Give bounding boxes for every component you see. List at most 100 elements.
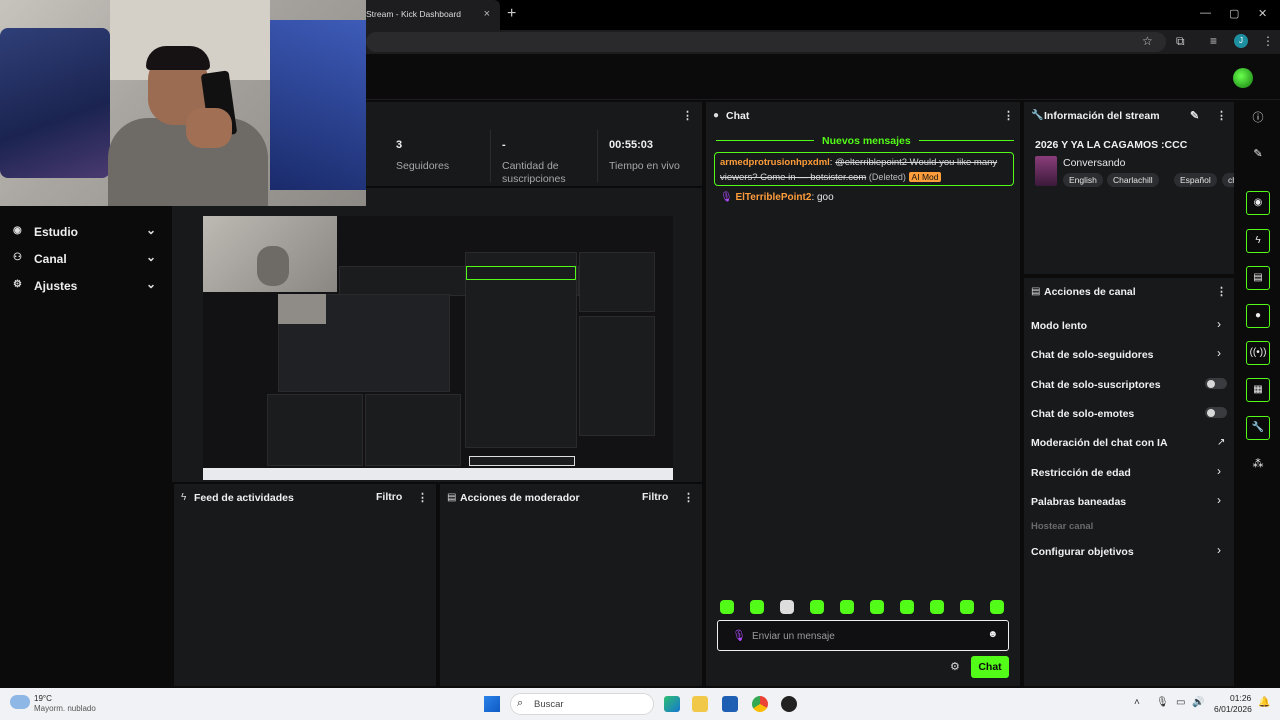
chat-username[interactable]: armedprotrusionhpxdml bbox=[720, 157, 830, 168]
slow-mode-item[interactable]: Modo lento bbox=[1031, 320, 1087, 332]
clock-date[interactable]: 6/01/2026 bbox=[1214, 704, 1252, 714]
mod-actions-filter-button[interactable]: Filtro bbox=[642, 491, 668, 503]
chat-settings-icon[interactable]: ⚙ bbox=[950, 660, 960, 673]
mod-actions-menu-icon[interactable]: ⋮ bbox=[683, 491, 694, 504]
chevron-right-icon[interactable]: › bbox=[1217, 493, 1221, 507]
mic-badge-icon: 🎙 bbox=[720, 192, 733, 203]
notifications-icon[interactable]: 🔔 bbox=[1258, 697, 1270, 708]
studio-icon[interactable]: ◉ bbox=[1246, 191, 1270, 215]
weather-description[interactable]: Mayorm. nublado bbox=[34, 704, 96, 713]
tag-chip[interactable]: ch bbox=[1222, 173, 1234, 187]
media-icon[interactable]: ≡ bbox=[1210, 34, 1217, 48]
edge-icon[interactable] bbox=[664, 696, 680, 712]
minimize-button[interactable]: — bbox=[1200, 7, 1211, 19]
close-window-button[interactable]: ✕ bbox=[1258, 7, 1267, 20]
subscribers-only-toggle[interactable] bbox=[1205, 378, 1227, 389]
chat-menu-icon[interactable]: ⋮ bbox=[1003, 109, 1014, 122]
tag-chip[interactable]: Español bbox=[1174, 173, 1217, 187]
windows-start-icon[interactable] bbox=[484, 696, 500, 712]
stats-menu-icon[interactable]: ⋮ bbox=[682, 109, 693, 122]
chat-bubble-icon[interactable]: ● bbox=[1246, 304, 1270, 328]
configure-goals-item[interactable]: Configurar objetivos bbox=[1031, 546, 1134, 558]
microphone-tray-icon[interactable]: 🎙 bbox=[1156, 697, 1169, 708]
deleted-marker: (Deleted) bbox=[868, 172, 906, 182]
document-icon: ▤ bbox=[1031, 286, 1041, 297]
chat-message[interactable]: armedprotrusionhpxdml: @elterriblepoint2… bbox=[714, 152, 1014, 186]
emote-icon[interactable] bbox=[720, 600, 734, 614]
ai-moderation-item[interactable]: Moderación del chat con IA bbox=[1031, 437, 1168, 449]
sidebar-item-ajustes[interactable]: ⚙ Ajustes ⌄ bbox=[0, 273, 172, 299]
menu-kebab-icon[interactable]: ⋮ bbox=[1262, 34, 1274, 48]
emote-icon[interactable] bbox=[810, 600, 824, 614]
chevron-right-icon[interactable]: › bbox=[1217, 464, 1221, 478]
chat-panel: ● Chat ⋮ Nuevos mensajes armedprotrusion… bbox=[706, 102, 1020, 686]
emote-icon[interactable] bbox=[840, 600, 854, 614]
new-tab-button[interactable]: + bbox=[507, 5, 516, 23]
file-explorer-icon[interactable] bbox=[692, 696, 708, 712]
stream-preview[interactable] bbox=[203, 216, 673, 480]
bookmark-star-icon[interactable]: ☆ bbox=[1142, 34, 1153, 48]
sidebar-item-estudio[interactable]: ◉ Estudio ⌄ bbox=[0, 219, 172, 245]
extensions-icon[interactable]: ⧉ bbox=[1176, 34, 1185, 49]
network-icon[interactable]: ▭ bbox=[1176, 697, 1185, 708]
chat-send-button[interactable]: Chat bbox=[971, 656, 1009, 678]
emote-icon[interactable] bbox=[930, 600, 944, 614]
volume-icon[interactable]: 🔊 bbox=[1192, 697, 1204, 708]
chat-message-input[interactable]: 🎙 Enviar un mensaje ☻ bbox=[717, 620, 1009, 651]
obs-icon[interactable] bbox=[781, 696, 797, 712]
activity-feed-filter-button[interactable]: Filtro bbox=[376, 491, 402, 503]
sidebar-item-canal[interactable]: ⚇ Canal ⌄ bbox=[0, 246, 172, 272]
emote-bar bbox=[720, 600, 1010, 616]
weather-temperature[interactable]: 19°C bbox=[34, 694, 52, 703]
emote-icon[interactable] bbox=[990, 600, 1004, 614]
browser-tab[interactable]: Stream - Kick Dashboard × bbox=[358, 0, 500, 30]
broadcast-icon[interactable]: ((•)) bbox=[1246, 341, 1270, 365]
taskbar-search[interactable]: ⌕ Buscar bbox=[510, 693, 654, 715]
omnibox[interactable] bbox=[366, 32, 1166, 52]
studio-icon: ◉ bbox=[13, 225, 22, 236]
chevron-right-icon[interactable]: › bbox=[1217, 317, 1221, 331]
chat-message[interactable]: 🎙 ElTerriblePoint2: goo bbox=[720, 192, 834, 203]
activity-feed-menu-icon[interactable]: ⋮ bbox=[417, 491, 428, 504]
shapes-icon[interactable]: ⁂ bbox=[1246, 452, 1270, 476]
subscribers-only-item: Chat de solo-suscriptores bbox=[1031, 379, 1161, 391]
banned-words-item[interactable]: Palabras baneadas bbox=[1031, 496, 1126, 508]
chat-username[interactable]: ElTerriblePoint2 bbox=[735, 192, 811, 203]
chat-input-placeholder: Enviar un mensaje bbox=[752, 631, 835, 642]
layout-icon[interactable]: ▦ bbox=[1246, 378, 1270, 402]
weather-cloud-icon[interactable] bbox=[10, 695, 30, 709]
profile-avatar[interactable]: J bbox=[1234, 34, 1248, 48]
document-icon[interactable]: ▤ bbox=[1246, 266, 1270, 290]
chrome-icon[interactable] bbox=[752, 696, 768, 712]
emote-icon[interactable] bbox=[870, 600, 884, 614]
external-link-icon[interactable]: ↗ bbox=[1217, 437, 1225, 448]
store-icon[interactable] bbox=[722, 696, 738, 712]
chevron-right-icon[interactable]: › bbox=[1217, 543, 1221, 557]
user-avatar[interactable] bbox=[1233, 68, 1253, 88]
emote-icon[interactable] bbox=[780, 600, 794, 614]
emote-icon[interactable] bbox=[750, 600, 764, 614]
tag-chip[interactable]: English bbox=[1063, 173, 1103, 187]
emotes-only-toggle[interactable] bbox=[1205, 407, 1227, 418]
microphone-icon[interactable]: 🎙 bbox=[732, 629, 746, 642]
emote-icon[interactable] bbox=[960, 600, 974, 614]
stat-divider bbox=[597, 130, 598, 182]
chat-bubble-icon: ● bbox=[713, 110, 720, 121]
followers-only-item[interactable]: Chat de solo-seguidores bbox=[1031, 349, 1154, 361]
channel-actions-menu-icon[interactable]: ⋮ bbox=[1216, 285, 1227, 298]
info-icon[interactable]: ⓘ bbox=[1246, 106, 1270, 130]
tray-overflow-icon[interactable]: ˄ bbox=[1134, 697, 1140, 708]
lightning-icon[interactable]: ϟ bbox=[1246, 229, 1270, 253]
maximize-button[interactable]: ▢ bbox=[1229, 7, 1239, 20]
emoji-icon[interactable]: ☻ bbox=[987, 629, 998, 640]
chevron-right-icon[interactable]: › bbox=[1217, 346, 1221, 360]
live-time-label: Tiempo en vivo bbox=[609, 160, 680, 172]
sidebar-item-label: Ajustes bbox=[34, 279, 78, 293]
clock-time[interactable]: 01:26 bbox=[1230, 693, 1251, 703]
wrench-icon[interactable]: 🔧 bbox=[1246, 416, 1270, 440]
age-restriction-item[interactable]: Restricción de edad bbox=[1031, 467, 1131, 479]
emote-icon[interactable] bbox=[900, 600, 914, 614]
tab-close-icon[interactable]: × bbox=[484, 8, 490, 20]
tag-chip[interactable]: Charlachill bbox=[1107, 173, 1159, 187]
edit-pencil-icon[interactable]: ✎ bbox=[1246, 142, 1270, 166]
